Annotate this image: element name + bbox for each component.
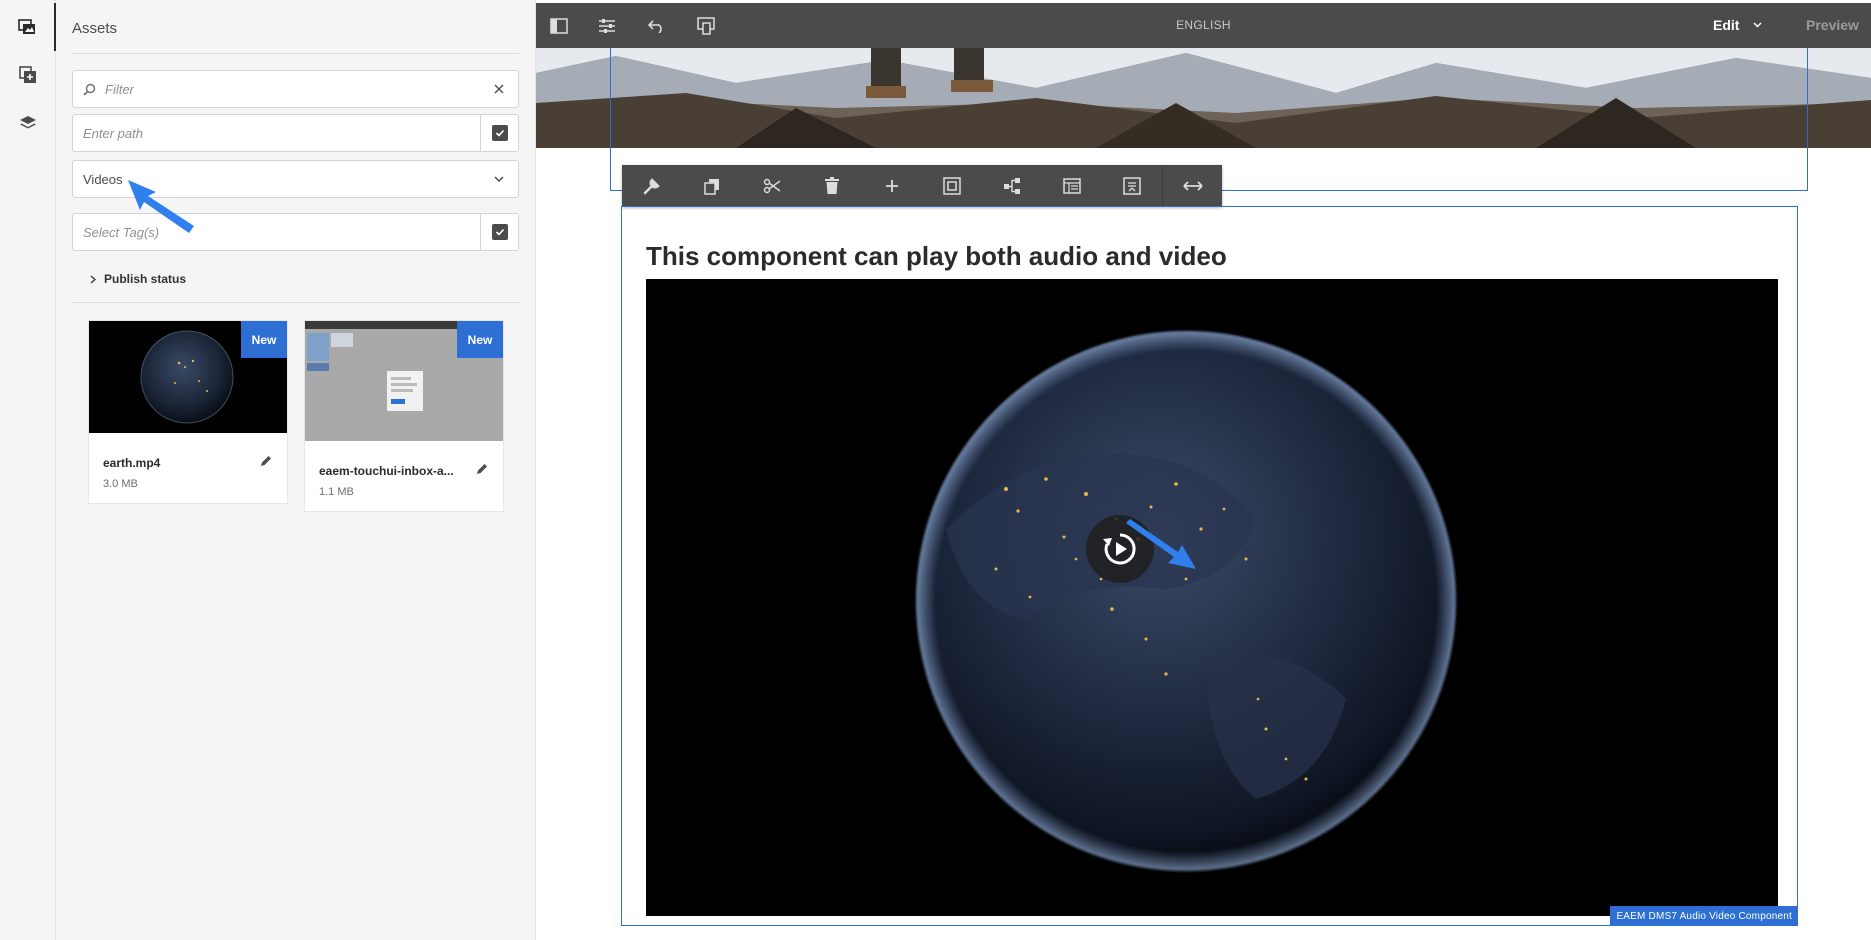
checkbox-icon: [491, 125, 508, 141]
components-icon: [19, 66, 36, 83]
audio-video-component[interactable]: This component can play both audio and v…: [621, 206, 1798, 926]
insert-button[interactable]: [862, 165, 922, 207]
chevron-down-icon: [480, 161, 518, 197]
publish-status-label: Publish status: [104, 272, 187, 286]
asset-name: earth.mp4: [103, 456, 161, 470]
tags-input[interactable]: Select Tag(s): [73, 225, 480, 240]
asset-name: eaem-touchui-inbox-a...: [319, 464, 454, 478]
group-button[interactable]: [1102, 165, 1162, 207]
copy-icon: [704, 179, 719, 195]
replay-icon: [1103, 533, 1136, 565]
replay-button[interactable]: [1086, 515, 1154, 583]
divider: [72, 302, 519, 303]
component-title: This component can play both audio and v…: [646, 241, 1227, 271]
layout-icon: [943, 177, 961, 195]
components-tab[interactable]: [0, 51, 56, 99]
layout-button[interactable]: [922, 165, 982, 207]
assets-icon: [18, 19, 35, 34]
assets-panel: Assets Filter Enter path Videos Select T…: [56, 0, 536, 940]
asset-thumbnail: New: [89, 321, 287, 433]
component-toolbar: [622, 165, 1222, 207]
edit-template-button[interactable]: [1042, 165, 1102, 207]
copy-button[interactable]: [682, 165, 742, 207]
asset-type-select[interactable]: Videos: [72, 160, 519, 198]
asset-card[interactable]: New earth.mp4 3.0 MB: [88, 320, 288, 504]
new-badge: New: [241, 321, 287, 358]
path-input[interactable]: Enter path: [73, 126, 480, 141]
path-field[interactable]: Enter path: [72, 114, 519, 152]
asset-card[interactable]: New eaem-touchui-inbox-a... 1.1 MB: [304, 320, 504, 512]
insert-icon: [886, 180, 898, 192]
chevron-down-icon: [1753, 22, 1762, 28]
mode-selector[interactable]: Edit: [1713, 17, 1762, 33]
language-label: ENGLISH: [1176, 18, 1231, 32]
preview-button[interactable]: Preview: [1806, 17, 1859, 33]
video-player[interactable]: [646, 279, 1778, 916]
configure-icon: [643, 178, 660, 195]
delete-button[interactable]: [802, 165, 862, 207]
chevron-right-icon: [90, 275, 96, 283]
asset-size: 1.1 MB: [319, 486, 354, 498]
cut-icon: [763, 178, 781, 194]
asset-size: 3.0 MB: [103, 478, 138, 490]
page-editor: ENGLISH Edit Preview This component can …: [536, 0, 1871, 940]
cut-button[interactable]: [742, 165, 802, 207]
path-browse-button[interactable]: [480, 115, 518, 151]
group-icon: [1123, 177, 1141, 195]
editor-toolbar: ENGLISH Edit Preview: [536, 3, 1871, 48]
tags-field[interactable]: Select Tag(s): [72, 213, 519, 251]
publish-status-toggle[interactable]: Publish status: [90, 272, 186, 286]
pencil-icon[interactable]: [475, 462, 489, 476]
resize-icon: [1182, 181, 1203, 191]
parent-icon: [1004, 178, 1020, 194]
checkbox-icon: [491, 224, 508, 240]
component-label: EAEM DMS7 Audio Video Component: [1610, 906, 1798, 926]
filter-input[interactable]: Filter: [101, 82, 480, 97]
panel-title: Assets: [72, 20, 118, 37]
asset-type-value: Videos: [83, 171, 123, 187]
resize-button[interactable]: [1162, 165, 1222, 207]
filter-field[interactable]: Filter: [72, 70, 519, 108]
layers-icon: [20, 116, 36, 129]
tags-picker-button[interactable]: [480, 214, 518, 250]
search-icon: [83, 83, 101, 96]
new-badge: New: [457, 321, 503, 358]
divider: [72, 53, 519, 54]
pencil-icon[interactable]: [259, 454, 273, 468]
delete-icon: [825, 177, 839, 194]
content-tree-tab[interactable]: [0, 99, 56, 147]
side-rail: [0, 0, 56, 940]
assets-tab[interactable]: [0, 3, 56, 51]
parent-button[interactable]: [982, 165, 1042, 207]
asset-thumbnail: New: [305, 321, 503, 441]
clear-icon[interactable]: [480, 71, 518, 107]
configure-button[interactable]: [622, 165, 682, 207]
edit-template-icon: [1063, 178, 1081, 194]
mode-label: Edit: [1713, 17, 1740, 33]
